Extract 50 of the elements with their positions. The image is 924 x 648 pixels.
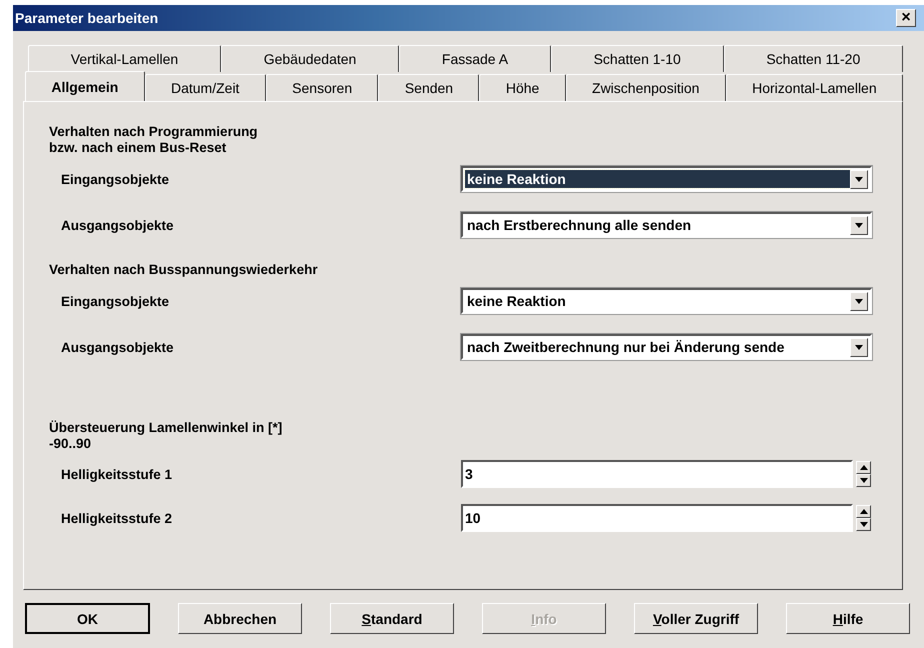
down-arrow-icon xyxy=(860,522,868,527)
dropdown[interactable]: nach Erstberechnung alle senden xyxy=(461,212,872,238)
tab[interactable]: Höhe xyxy=(479,74,566,101)
dropdown-button[interactable] xyxy=(850,338,868,356)
tab[interactable]: Schatten 1-10 xyxy=(550,45,724,72)
field-label: Ausgangsobjekte xyxy=(60,340,175,354)
section-heading: Übersteuerung Lamellenwinkel in [*] xyxy=(49,420,284,436)
window-title: Parameter bearbeiten xyxy=(15,10,158,26)
number-field[interactable]: 3 xyxy=(461,460,853,488)
down-arrow-icon xyxy=(860,478,868,483)
tab[interactable]: Schatten 11-20 xyxy=(724,45,904,72)
down-arrow-icon xyxy=(855,298,863,304)
tab[interactable]: Gebäudedaten xyxy=(220,45,400,72)
tab[interactable]: Fassade A xyxy=(399,45,551,72)
down-arrow-icon xyxy=(855,222,863,228)
field-label: Helligkeitsstufe 1 xyxy=(60,466,174,482)
field-label: Eingangsobjekte xyxy=(60,294,170,308)
tab[interactable]: Vertikal-Lamellen xyxy=(28,45,221,72)
tab[interactable]: Horizontal-Lamellen xyxy=(726,74,903,101)
dropdown-button[interactable] xyxy=(850,170,868,188)
tab[interactable]: Zwischenposition xyxy=(566,74,726,101)
dialog-button[interactable]: Voller Zugriff xyxy=(634,603,758,634)
dialog-button[interactable]: Hilfe xyxy=(786,603,910,634)
up-arrow-icon xyxy=(860,465,868,470)
dialog-button[interactable]: Standard xyxy=(330,603,454,634)
field-label: Eingangsobjekte xyxy=(60,172,170,186)
field-label: Helligkeitsstufe 2 xyxy=(60,510,174,526)
down-arrow-icon xyxy=(855,344,863,350)
tab[interactable]: Senden xyxy=(378,74,480,101)
down-arrow-icon xyxy=(855,176,863,182)
number-field[interactable]: 10 xyxy=(461,504,853,532)
dialog-button[interactable]: Abbrechen xyxy=(178,603,302,634)
section-heading: Verhalten nach Busspannungswiederkehr xyxy=(49,262,319,278)
spin-buttons[interactable] xyxy=(856,461,871,487)
tab[interactable]: Allgemein xyxy=(25,71,145,101)
dropdown[interactable]: nach Zweitberechnung nur bei Änderung sende xyxy=(461,334,872,360)
dropdown-button[interactable] xyxy=(850,292,868,310)
tab[interactable]: Sensoren xyxy=(266,74,378,101)
tab[interactable]: Datum/Zeit xyxy=(144,74,266,101)
dialog-button[interactable]: OK xyxy=(25,603,150,634)
close-button[interactable]: × xyxy=(896,9,916,27)
section-heading: Verhalten nach Programmierung xyxy=(49,124,259,140)
section-heading: bzw. nach einem Bus-Reset xyxy=(49,140,228,156)
spin-buttons[interactable] xyxy=(856,505,871,531)
dropdown[interactable]: keine Reaktion xyxy=(461,288,872,314)
field-label: Ausgangsobjekte xyxy=(60,218,175,232)
dropdown[interactable]: keine Reaktion xyxy=(461,166,872,192)
dropdown-button[interactable] xyxy=(850,216,868,234)
up-arrow-icon xyxy=(860,509,868,514)
section-heading: -90..90 xyxy=(49,436,92,452)
